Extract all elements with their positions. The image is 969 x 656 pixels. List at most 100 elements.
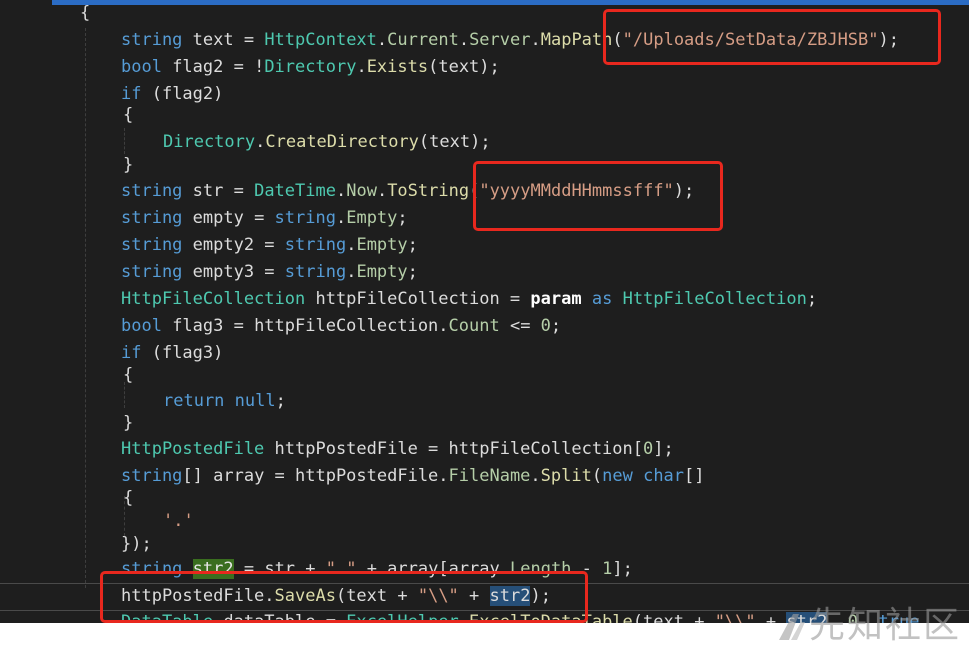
code-line[interactable]: string text = HttpContext.Current.Server… [121, 27, 899, 54]
code-token: string [121, 208, 183, 228]
code-token: (flag2) [141, 84, 224, 104]
code-token: str = [182, 181, 255, 201]
code-line[interactable]: string[] array = httpPostedFile.FileName… [121, 463, 705, 490]
code-token: "\\" [714, 612, 756, 623]
code-token: str2 [192, 559, 234, 579]
code-token: + array[array. [356, 559, 510, 579]
code-token: dataTable = [213, 612, 347, 623]
code-token: ]; [653, 439, 674, 459]
code-token: ]; [612, 559, 633, 579]
code-token: ; [275, 391, 286, 411]
code-token: string [121, 262, 183, 282]
indent-guide [85, 28, 86, 588]
code-token: (text + [632, 612, 715, 623]
code-token: Now [346, 181, 377, 201]
code-token: Split [540, 466, 592, 486]
code-token: (text); [428, 57, 500, 77]
code-token: { [80, 3, 91, 23]
code-token: string [284, 235, 347, 255]
code-token: str2 [489, 586, 531, 606]
code-token: 0 [643, 439, 654, 459]
code-token: if [121, 84, 142, 104]
code-token: . [530, 466, 541, 486]
code-line[interactable]: bool flag2 = !Directory.Exists(text); [121, 54, 500, 81]
code-token: HttpFileCollection [121, 289, 306, 309]
code-line[interactable]: string empty = string.Empty; [121, 205, 408, 232]
code-token: flag2 = ! [161, 57, 265, 77]
code-token: string [121, 181, 183, 201]
code-line[interactable]: '.' [163, 508, 194, 535]
code-token: string [121, 235, 183, 255]
code-token: Empty [356, 262, 408, 282]
code-token: Empty [346, 208, 398, 228]
code-token: MapPath [540, 30, 613, 50]
code-token: null [234, 391, 276, 411]
code-token: (text + [335, 586, 418, 606]
watermark: 先知社区 [775, 596, 961, 648]
code-line[interactable]: string empty2 = string.Empty; [121, 232, 418, 259]
code-line[interactable]: if (flag3) [121, 340, 223, 367]
code-token: } [123, 155, 134, 175]
code-line[interactable]: } [123, 410, 133, 437]
code-line[interactable]: } [123, 152, 133, 179]
code-token: HttpPostedFile [121, 439, 265, 459]
code-token: HttpFileCollection [622, 289, 807, 309]
code-token: ; [550, 316, 562, 336]
code-token: { [123, 105, 134, 125]
code-token: ); [673, 181, 695, 201]
code-token: = str + [233, 559, 326, 579]
code-line[interactable]: { [80, 0, 90, 27]
code-line[interactable]: HttpPostedFile httpPostedFile = httpFile… [121, 436, 674, 463]
code-token: DateTime [254, 181, 336, 201]
code-token: Length [510, 559, 572, 579]
code-token: bool [121, 57, 162, 77]
code-token: string [121, 30, 183, 50]
code-line[interactable]: string str = DateTime.Now.ToString("yyyy… [121, 178, 694, 205]
code-line[interactable]: { [123, 362, 133, 389]
code-token: + [458, 586, 490, 606]
code-line[interactable]: return null; [163, 388, 286, 415]
code-token: CreateDirectory [265, 132, 419, 152]
indent-guide [124, 128, 125, 154]
code-token: (text); [418, 132, 491, 152]
code-line[interactable]: string empty3 = string.Empty; [121, 259, 418, 286]
code-token: "yyyyMMddHHmmssfff" [479, 181, 674, 201]
code-token: . [458, 612, 470, 623]
code-token: new [602, 466, 633, 486]
code-token: . [346, 235, 357, 255]
code-token: [] array = httpPostedFile. [182, 466, 449, 486]
code-token: text = [182, 30, 265, 50]
code-token: ToString [387, 181, 470, 201]
code-token: return [163, 391, 225, 411]
code-line[interactable]: bool flag3 = httpFileCollection.Count <=… [121, 313, 561, 340]
code-token: "\\" [417, 586, 459, 606]
code-token: httpPostedFile. [121, 586, 275, 606]
code-line[interactable]: HttpFileCollection httpFileCollection = … [121, 286, 817, 313]
code-token: ( [591, 466, 603, 486]
code-line[interactable]: }); [121, 531, 152, 558]
code-token: (flag3) [141, 343, 224, 363]
code-line[interactable]: Directory.CreateDirectory(text); [163, 129, 491, 156]
editor-gutter [0, 0, 52, 623]
code-token: [] [684, 466, 705, 486]
code-token: Server [469, 30, 531, 50]
code-line[interactable]: string str2 = str + "." + array[array.Le… [121, 556, 633, 583]
code-token: . [346, 262, 357, 282]
code-token: "." [325, 559, 357, 579]
code-token: }); [121, 534, 152, 554]
code-editor[interactable]: { string text = HttpContext.Current.Serv… [0, 0, 969, 623]
code-line[interactable]: { [123, 102, 133, 129]
code-token: flag3 = httpFileCollection. [161, 316, 449, 336]
code-token: if [121, 343, 142, 363]
code-line[interactable]: httpPostedFile.SaveAs(text + "\\" + str2… [121, 583, 551, 610]
code-token: as [591, 289, 613, 309]
code-line[interactable]: { [123, 485, 133, 512]
code-token: ExcelHelper [346, 612, 459, 623]
code-token: . [530, 30, 541, 50]
code-token: . [335, 181, 347, 201]
code-token: "/Uploads/SetData/ZBJHSB" [622, 30, 879, 50]
code-line[interactable]: if (flag2) [121, 81, 223, 108]
